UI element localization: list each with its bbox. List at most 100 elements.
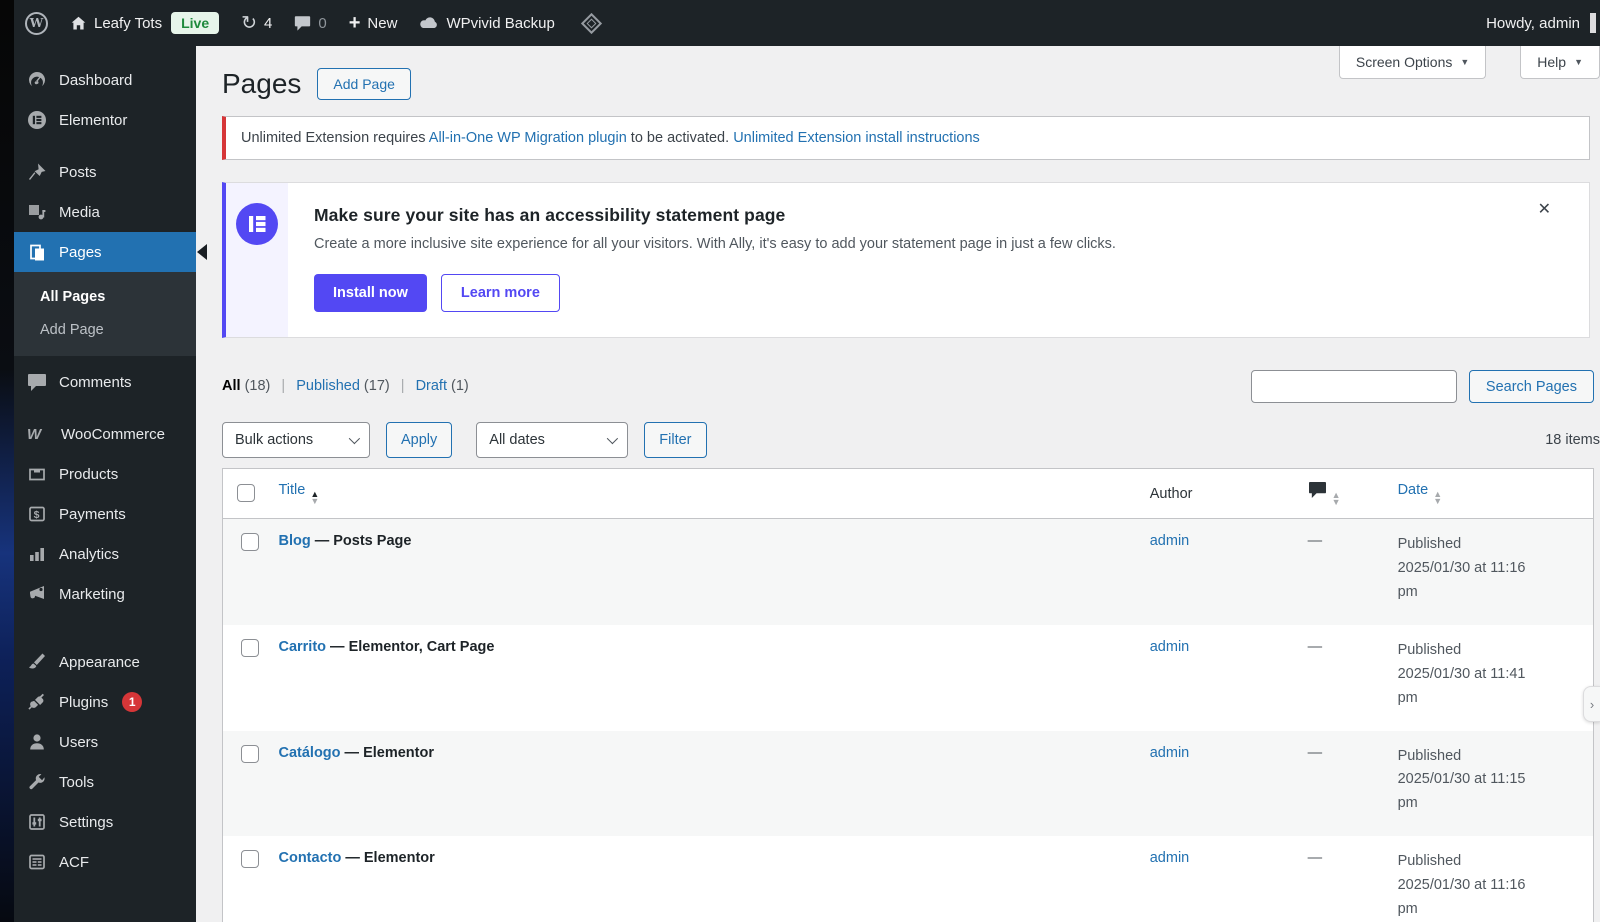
page-title-link[interactable]: Blog — [278, 533, 310, 549]
page-title-link[interactable]: Carrito — [278, 639, 326, 655]
close-icon[interactable]: ✕ — [1538, 199, 1551, 219]
sort-arrows-icon: ▲ ▼ — [1331, 490, 1341, 507]
sidebar-item-media[interactable]: Media — [14, 192, 196, 232]
sidebar-item-appearance[interactable]: Appearance — [14, 642, 196, 682]
sidebar-item-posts[interactable]: Posts — [14, 152, 196, 192]
live-badge: Live — [171, 12, 220, 34]
author-link[interactable]: admin — [1150, 533, 1190, 549]
screen-options-tab[interactable]: Screen Options ▼ — [1338, 46, 1487, 79]
wpvivid-backup-link[interactable]: WPvivid Backup — [408, 0, 565, 46]
acf-grid-icon — [29, 854, 45, 870]
sidebar-item-analytics[interactable]: Analytics — [14, 534, 196, 574]
filter-all-link[interactable]: All — [222, 378, 241, 394]
row-checkbox[interactable] — [240, 744, 259, 763]
sidebar-item-comments[interactable]: Comments — [14, 362, 196, 402]
diamond-icon — [577, 8, 607, 38]
title-column-header[interactable]: Title — [278, 482, 305, 498]
svg-text:$: $ — [34, 509, 40, 521]
page-title-link[interactable]: Contacto — [278, 850, 341, 866]
chevron-down-icon: ▼ — [1460, 57, 1470, 67]
filter-all-count: (18) — [244, 378, 271, 394]
migration-plugin-link[interactable]: All-in-One WP Migration plugin — [429, 130, 627, 146]
date-cell: Published 2025/01/30 at 11:41 pm — [1397, 641, 1526, 706]
author-link[interactable]: admin — [1150, 850, 1190, 866]
wp-logo-menu[interactable]: W — [14, 0, 59, 46]
comments-column-icon[interactable] — [1308, 481, 1327, 498]
row-checkbox[interactable] — [240, 638, 259, 657]
author-link[interactable]: admin — [1150, 745, 1190, 761]
sidebar-item-payments[interactable]: $ Payments — [14, 494, 196, 534]
learn-more-button[interactable]: Learn more — [440, 274, 560, 312]
dates-filter-value: All dates — [489, 432, 545, 448]
sidebar-item-label: Settings — [59, 813, 114, 831]
bulk-actions-select[interactable]: Bulk actions — [222, 422, 370, 458]
sidebar-item-woocommerce[interactable]: W WooCommerce — [14, 414, 196, 454]
help-tab[interactable]: Help ▼ — [1520, 46, 1600, 79]
comment-count: — — [1307, 638, 1323, 655]
new-content-link[interactable]: + New — [338, 0, 409, 46]
sidebar-item-label: Elementor — [59, 111, 128, 129]
install-instructions-link[interactable]: Unlimited Extension install instructions — [733, 130, 980, 146]
site-name-link[interactable]: Leafy Tots Live — [59, 0, 230, 46]
sidebar-item-add-page[interactable]: Add Page — [14, 313, 196, 346]
row-checkbox[interactable] — [240, 533, 259, 551]
sidebar-item-settings[interactable]: Settings — [14, 802, 196, 842]
filter-published-link[interactable]: Published — [296, 378, 360, 394]
sidebar-item-elementor[interactable]: Elementor — [14, 100, 196, 140]
table-row: Contacto — Elementor admin — Published 20… — [223, 836, 1594, 922]
sidebar-item-label: Payments — [59, 505, 126, 523]
sidebar-item-tools[interactable]: Tools — [14, 762, 196, 802]
wordpress-logo-icon: W — [25, 11, 48, 35]
elementor-icon — [28, 111, 46, 129]
filter-draft-link[interactable]: Draft — [416, 378, 447, 394]
sidebar-item-dashboard[interactable]: Dashboard — [14, 60, 196, 100]
comments-link[interactable]: 0 — [283, 0, 337, 46]
howdy-account-link[interactable]: Howdy, admin — [1486, 15, 1580, 32]
sidebar-item-marketing[interactable]: Marketing — [14, 574, 196, 614]
sidebar-item-plugins[interactable]: Plugins 1 — [14, 682, 196, 722]
items-count: 18 items — [1545, 432, 1600, 448]
author-link[interactable]: admin — [1150, 639, 1190, 655]
user-icon — [30, 734, 44, 750]
sidebar-item-products[interactable]: Products — [14, 454, 196, 494]
dashboard-icon — [29, 72, 45, 86]
comment-count: — — [1307, 533, 1323, 549]
sidebar-item-users[interactable]: Users — [14, 722, 196, 762]
sidebar-item-label: Products — [59, 465, 119, 483]
comment-count: — — [1307, 744, 1323, 761]
dates-filter-select[interactable]: All dates — [476, 422, 629, 458]
sidebar-item-pages[interactable]: Pages — [14, 232, 207, 272]
sidebar-item-all-pages[interactable]: All Pages — [14, 280, 196, 313]
avatar[interactable] — [1590, 13, 1596, 33]
settings-sliders-icon — [29, 814, 45, 830]
search-input[interactable] — [1250, 370, 1457, 403]
help-label: Help — [1537, 54, 1567, 70]
filter-button[interactable]: Filter — [644, 422, 707, 458]
select-all-checkbox[interactable] — [237, 483, 255, 502]
sidebar-item-acf[interactable]: ACF — [14, 842, 196, 882]
sort-arrows-icon: ▲ ▼ — [310, 489, 320, 506]
row-checkbox[interactable] — [240, 850, 259, 869]
date-column-header[interactable]: Date — [1398, 482, 1429, 498]
updates-link[interactable]: ↻ 4 — [230, 0, 283, 46]
plugin-icon — [28, 693, 44, 710]
table-row: Catálogo — Elementor admin — Published 20… — [222, 730, 1594, 837]
sidebar-item-label: Appearance — [59, 653, 140, 671]
page-title-link[interactable]: Catálogo — [278, 745, 340, 761]
media-icon — [29, 205, 46, 220]
notice-body: Create a more inclusive site experience … — [314, 236, 1116, 252]
slideout-panel-handle[interactable]: › — [1583, 686, 1600, 722]
apply-button[interactable]: Apply — [386, 422, 453, 458]
plus-icon: + — [348, 12, 361, 34]
sidebar-item-label: Media — [59, 203, 100, 221]
plugin-diamond-menu[interactable] — [566, 0, 618, 46]
comments-count: 0 — [318, 14, 327, 32]
sidebar-item-label: ACF — [59, 853, 89, 871]
search-pages-button[interactable]: Search Pages — [1468, 370, 1594, 403]
notice-text: Unlimited Extension requires — [241, 130, 429, 146]
screen-options-label: Screen Options — [1355, 54, 1453, 70]
add-page-button[interactable]: Add Page — [317, 68, 411, 100]
date-cell: Published 2025/01/30 at 11:16 pm — [1397, 853, 1526, 918]
chevron-right-icon: › — [1589, 696, 1595, 712]
install-now-button[interactable]: Install now — [314, 274, 427, 312]
